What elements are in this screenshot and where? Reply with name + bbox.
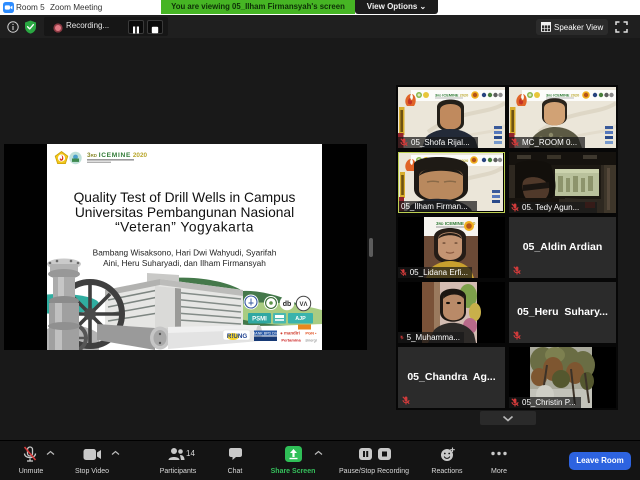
- svg-text:Aini, Heru Suharyadi, dan Ilha: Aini, Heru Suharyadi, dan Ilham Firmansy…: [103, 258, 266, 268]
- svg-text:sinergi: sinergi: [305, 339, 316, 343]
- svg-text:Universitas Pembangunan Nasion: Universitas Pembangunan Nasional: [75, 205, 294, 220]
- svg-text:Quality Test of Drill Wells in: Quality Test of Drill Wells in Campus: [74, 190, 296, 205]
- svg-text:BANK BPD DIY: BANK BPD DIY: [253, 332, 279, 336]
- svg-text:● mandiri: ● mandiri: [280, 331, 300, 336]
- svg-text:VΛ: VΛ: [299, 302, 307, 308]
- svg-text:PGN ▪: PGN ▪: [305, 331, 317, 336]
- svg-text:R!UNG: R!UNG: [227, 333, 247, 340]
- svg-text:db: db: [283, 301, 292, 308]
- svg-text:PSMI: PSMI: [252, 317, 267, 323]
- svg-text:AJP: AJP: [295, 316, 306, 322]
- svg-text:“Veteran” Yogyakarta: “Veteran” Yogyakarta: [115, 220, 254, 235]
- svg-text:3RD ICEMINE 2020: 3RD ICEMINE 2020: [546, 93, 579, 98]
- svg-text:Bambang Wisaksono, Hari Dwi Wa: Bambang Wisaksono, Hari Dwi Wahyudi, Sya…: [93, 248, 277, 258]
- svg-text:3RD ICEMINE 2020: 3RD ICEMINE 2020: [87, 152, 148, 159]
- svg-text:Pertamina: Pertamina: [281, 338, 301, 343]
- svg-text:3RD ICEMINE 2020: 3RD ICEMINE 2020: [435, 93, 468, 98]
